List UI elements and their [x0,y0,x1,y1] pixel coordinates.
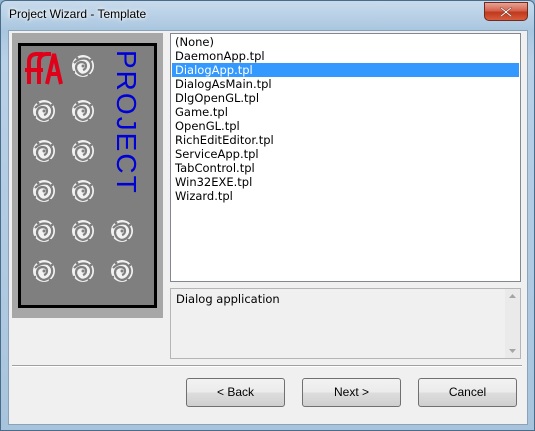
project-logo-art: PROJECT [25,50,142,284]
button-divider [12,365,522,367]
template-list-item[interactable]: ServiceApp.tpl [172,147,519,161]
wizard-logo-panel: PROJECT [12,33,163,318]
template-list-item[interactable]: DlgOpenGL.tpl [172,91,519,105]
logo-project-text: PROJECT [111,50,142,195]
template-list-item[interactable]: Win32EXE.tpl [172,175,519,189]
scroll-down-arrow-icon[interactable] [509,349,516,353]
window-title: Project Wizard - Template [9,7,147,21]
dialog-client-area: PROJECT (None) DaemonApp.tpl DialogApp.tpl… [8,30,528,425]
template-description: Dialog application [170,288,521,359]
template-list-item[interactable]: Game.tpl [172,105,519,119]
template-list-item[interactable]: (None) [172,35,519,49]
template-list[interactable]: (None) DaemonApp.tpl DialogApp.tpl DialogAs… [170,33,521,282]
close-button[interactable] [484,2,528,21]
project-logo-image: PROJECT [21,46,154,305]
back-button[interactable]: < Back [186,378,285,407]
template-list-item[interactable]: RichEditEditor.tpl [172,133,519,147]
next-button[interactable]: Next > [302,378,401,407]
description-text: Dialog application [176,292,280,306]
template-list-item[interactable]: DaemonApp.tpl [172,49,519,63]
project-logo: PROJECT [18,43,157,308]
template-list-item[interactable]: DialogAsMain.tpl [172,77,519,91]
template-list-item[interactable]: Wizard.tpl [172,189,519,203]
cancel-button[interactable]: Cancel [418,378,517,407]
template-list-item[interactable]: OpenGL.tpl [172,119,519,133]
template-list-item[interactable]: TabControl.tpl [172,161,519,175]
ffa-mark [25,52,63,85]
project-wizard-window: Project Wizard - Template PROJECT (None)… [0,0,535,431]
template-list-item[interactable]: DialogApp.tpl [172,63,519,77]
description-scrollbar[interactable] [505,289,520,358]
title-bar[interactable]: Project Wizard - Template [1,1,534,30]
scroll-up-arrow-icon[interactable] [509,294,516,298]
close-icon [500,7,512,17]
